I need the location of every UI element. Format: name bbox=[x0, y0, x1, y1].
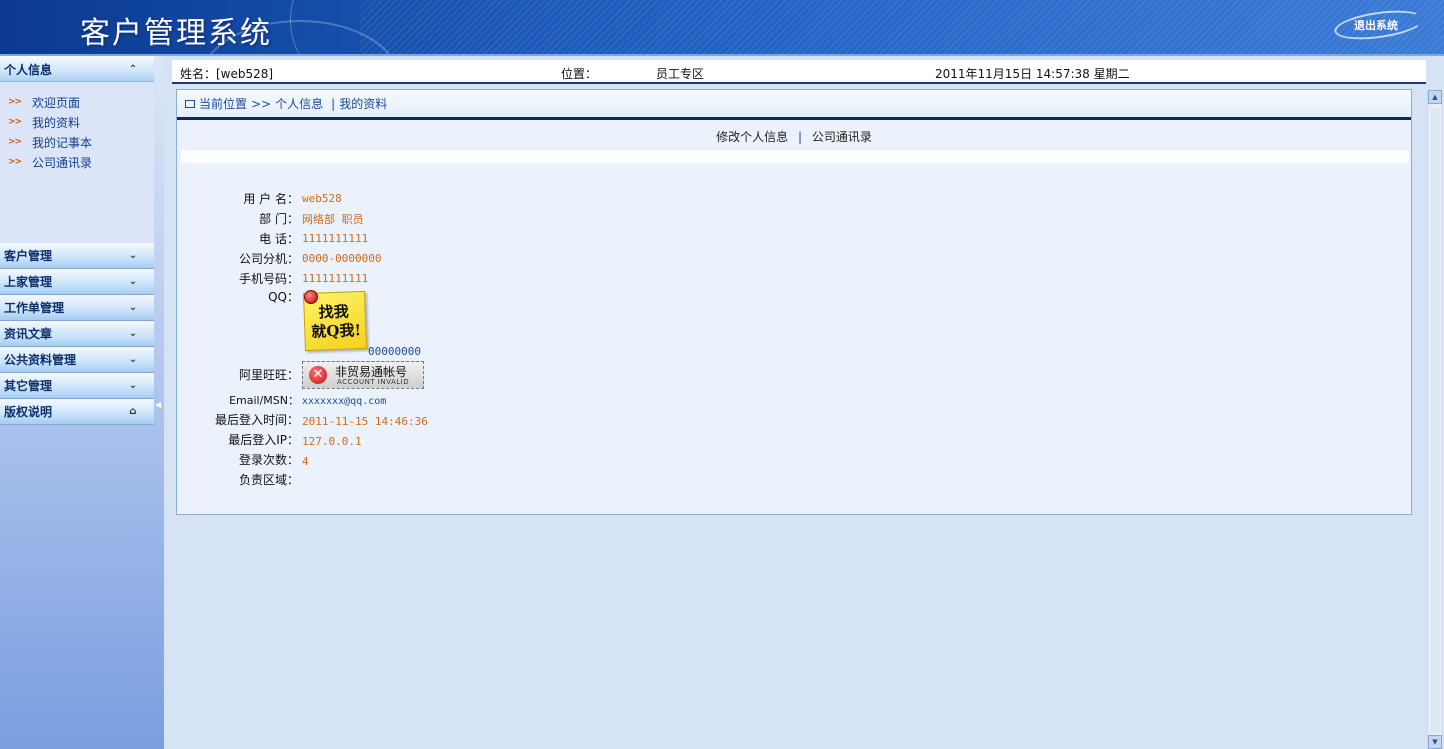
qq-badge-line2: 就Q我! bbox=[311, 321, 362, 341]
login-count-label: 登录次数： bbox=[238, 453, 299, 467]
user-info-bar: 姓名：[web528] 位置： 员工专区 2011年11月15日 14:57:3… bbox=[172, 60, 1426, 84]
pushpin-icon bbox=[304, 290, 318, 304]
double-arrow-icon: >> bbox=[8, 157, 22, 167]
divider bbox=[181, 150, 1409, 163]
qq-contact-badge[interactable]: 找我 就Q我! bbox=[302, 290, 368, 352]
logout-label: 退出系统 bbox=[1354, 19, 1398, 32]
sidebar-item-label: 公司通讯录 bbox=[32, 155, 93, 170]
collapse-up-icon[interactable]: ⌃ bbox=[126, 63, 140, 77]
sidebar-section-label: 上家管理 bbox=[4, 275, 53, 289]
sidebar-collapse-icon[interactable]: ◀ bbox=[155, 400, 163, 412]
tab-edit-profile[interactable]: 修改个人信息 bbox=[716, 130, 788, 144]
aliwangwang-badge-subtext: ACCOUNT INVALID bbox=[337, 378, 410, 386]
expand-down-icon[interactable]: ⌄ bbox=[126, 301, 140, 315]
qq-badge-line1: 找我 bbox=[318, 302, 350, 322]
scroll-track[interactable] bbox=[1430, 108, 1440, 733]
double-arrow-icon: >> bbox=[8, 97, 22, 107]
expand-down-icon[interactable]: ⌄ bbox=[126, 353, 140, 367]
sidebar-item-welcome[interactable]: >> 欢迎页面 bbox=[0, 92, 154, 112]
sidebar-section-copyright[interactable]: 版权说明 ⌂ bbox=[0, 399, 154, 425]
last-login-ip-value: 127.0.0.1 bbox=[302, 435, 362, 448]
breadcrumb-page: 我的资料 bbox=[339, 97, 388, 111]
username-label: 用 户 名： bbox=[243, 192, 299, 206]
scroll-up-arrow-icon[interactable]: ▲ bbox=[1428, 90, 1442, 104]
sidebar-personal-links: >> 欢迎页面 >> 我的资料 >> 我的记事本 >> 公司通讯录 bbox=[0, 82, 154, 243]
page-scrollbar[interactable]: ▲ ▼ bbox=[1427, 90, 1442, 749]
last-login-time-label: 最后登入时间： bbox=[214, 413, 299, 427]
qq-number: 00000000 bbox=[368, 345, 421, 358]
phone-label: 电 话： bbox=[259, 232, 299, 246]
last-login-ip-label: 最后登入IP： bbox=[228, 433, 299, 447]
header-pattern bbox=[360, 0, 1444, 54]
extension-label: 公司分机： bbox=[238, 252, 299, 266]
expand-down-icon[interactable]: ⌄ bbox=[126, 249, 140, 263]
qq-label: QQ： bbox=[268, 290, 299, 304]
profile-tabs: 修改个人信息 | 公司通讯录 bbox=[177, 126, 1411, 148]
double-arrow-icon: >> bbox=[8, 137, 22, 147]
sidebar-item-label: 欢迎页面 bbox=[32, 95, 81, 110]
current-datetime: 2011年11月15日 14:57:38 星期二 bbox=[935, 67, 1130, 81]
sidebar-section-suppliers[interactable]: 上家管理 ⌄ bbox=[0, 269, 154, 295]
sidebar-section-label: 公共资料管理 bbox=[4, 353, 77, 367]
position-label: 位置： bbox=[561, 67, 598, 81]
username-value: web528 bbox=[302, 192, 342, 205]
sidebar-section-other[interactable]: 其它管理 ⌄ bbox=[0, 373, 154, 399]
logout-button[interactable]: 退出系统 bbox=[1332, 5, 1426, 45]
department-value: 网络部 职员 bbox=[302, 213, 364, 226]
sidebar-section-label: 客户管理 bbox=[4, 249, 53, 263]
aliwangwang-badge[interactable]: ✕ 非贸易通帐号 ACCOUNT INVALID bbox=[302, 361, 424, 389]
sidebar-item-notebook[interactable]: >> 我的记事本 bbox=[0, 132, 154, 152]
expand-down-icon[interactable]: ⌄ bbox=[126, 275, 140, 289]
breadcrumb-divider: | bbox=[331, 96, 336, 111]
monitor-icon bbox=[185, 99, 195, 108]
sidebar: 个人信息 ⌃ >> 欢迎页面 >> 我的资料 >> 我的记事本 >> 公司通讯录… bbox=[0, 56, 164, 749]
sidebar-section-label: 工作单管理 bbox=[4, 301, 65, 315]
tab-separator: | bbox=[797, 130, 803, 144]
phone-value: 1111111111 bbox=[302, 232, 369, 245]
expand-down-icon[interactable]: ⌄ bbox=[126, 327, 140, 341]
breadcrumb-separator: >> bbox=[251, 96, 272, 111]
login-count-value: 4 bbox=[302, 455, 309, 468]
email-label: Email/MSN： bbox=[229, 394, 299, 407]
sidebar-section-label: 资讯文章 bbox=[4, 327, 53, 341]
sidebar-section-label: 版权说明 bbox=[4, 405, 53, 419]
region-label: 负责区域： bbox=[238, 473, 299, 487]
header-decoration bbox=[290, 0, 390, 54]
sidebar-item-label: 我的资料 bbox=[32, 115, 81, 130]
sidebar-section-customers[interactable]: 客户管理 ⌄ bbox=[0, 243, 154, 269]
sidebar-section-articles[interactable]: 资讯文章 ⌄ bbox=[0, 321, 154, 347]
sidebar-section-label: 其它管理 bbox=[4, 379, 53, 393]
last-login-time-value: 2011-11-15 14:46:36 bbox=[302, 415, 428, 428]
scroll-down-arrow-icon[interactable]: ▼ bbox=[1428, 735, 1442, 749]
mobile-label: 手机号码： bbox=[238, 272, 299, 286]
mobile-value: 1111111111 bbox=[302, 272, 369, 285]
breadcrumb-section[interactable]: 个人信息 bbox=[275, 95, 323, 112]
sidebar-section-public-data[interactable]: 公共资料管理 ⌄ bbox=[0, 347, 154, 373]
extension-value: 0000-0000000 bbox=[302, 252, 382, 265]
error-x-icon: ✕ bbox=[309, 366, 327, 384]
double-arrow-icon: >> bbox=[8, 117, 22, 127]
sidebar-item-label: 我的记事本 bbox=[32, 135, 93, 150]
sidebar-item-my-profile[interactable]: >> 我的资料 bbox=[0, 112, 154, 132]
breadcrumb: 当前位置 >> 个人信息 | 我的资料 bbox=[177, 90, 1411, 120]
sidebar-section-label: 个人信息 bbox=[4, 62, 53, 77]
email-value: xxxxxxx@qq.com bbox=[302, 396, 387, 407]
home-icon[interactable]: ⌂ bbox=[126, 405, 140, 419]
sidebar-item-directory[interactable]: >> 公司通讯录 bbox=[0, 152, 154, 172]
user-name: 姓名：[web528] bbox=[180, 67, 274, 81]
position-value: 员工专区 bbox=[656, 67, 705, 81]
department-label: 部 门： bbox=[259, 212, 299, 226]
app-header: 客户管理系统 退出系统 bbox=[0, 0, 1444, 56]
sidebar-section-work-orders[interactable]: 工作单管理 ⌄ bbox=[0, 295, 154, 321]
sidebar-section-personal[interactable]: 个人信息 ⌃ bbox=[0, 56, 154, 82]
profile-panel: 当前位置 >> 个人信息 | 我的资料 修改个人信息 | 公司通讯录 用 户 名… bbox=[176, 89, 1412, 515]
expand-down-icon[interactable]: ⌄ bbox=[126, 379, 140, 393]
breadcrumb-prefix: 当前位置 bbox=[199, 97, 248, 111]
aliwangwang-label: 阿里旺旺： bbox=[238, 368, 299, 382]
tab-company-directory[interactable]: 公司通讯录 bbox=[812, 130, 872, 144]
app-title: 客户管理系统 bbox=[80, 16, 272, 51]
